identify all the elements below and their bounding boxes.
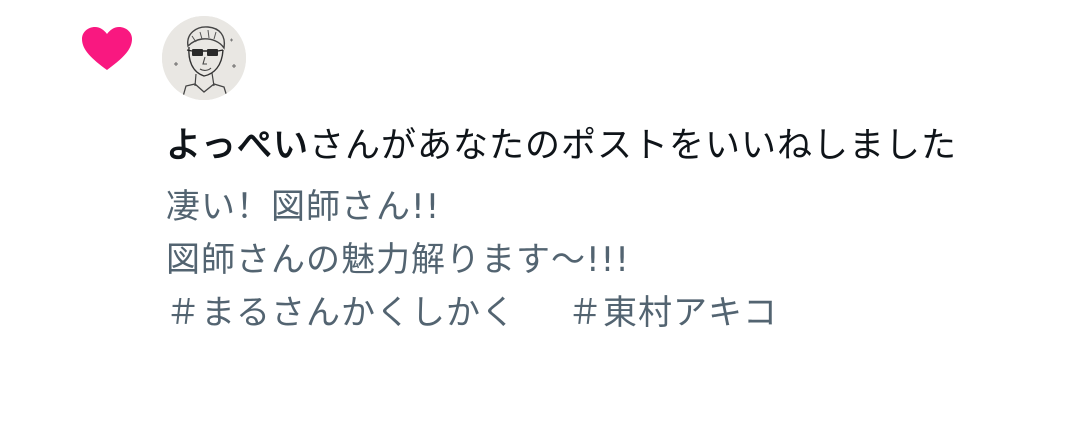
user-name-link[interactable]: よっぺい [166,126,309,166]
liked-post-text[interactable]: 凄い！図師さん!! 図師さんの魅力解ります〜!!! ＃まるさんかくしかく ＃東村ア… [166,181,1056,340]
post-text-line: 図師さんの魅力解ります〜!!! [166,240,630,280]
post-text-line: 凄い！図師さん!! [166,187,441,227]
notification-action-text: さんがあなたのポストをいいねしました [308,126,957,166]
notification-content: よっぺいさんがあなたのポストをいいねしました 凄い！図師さん!! 図師さんの魅力… [166,118,1056,340]
like-notification[interactable]: よっぺいさんがあなたのポストをいいねしました 凄い！図師さん!! 図師さんの魅力… [0,0,1080,445]
avatar[interactable] [162,16,246,100]
user-avatar-sketch-icon [162,16,246,100]
post-hashtags: ＃まるさんかくしかく ＃東村アキコ [166,287,1056,340]
hashtag-link[interactable]: ＃東村アキコ [568,293,778,333]
notification-headline: よっぺいさんがあなたのポストをいいねしました [166,118,1056,175]
hashtag-link[interactable]: ＃まるさんかくしかく [166,293,516,333]
heart-icon [82,27,132,70]
